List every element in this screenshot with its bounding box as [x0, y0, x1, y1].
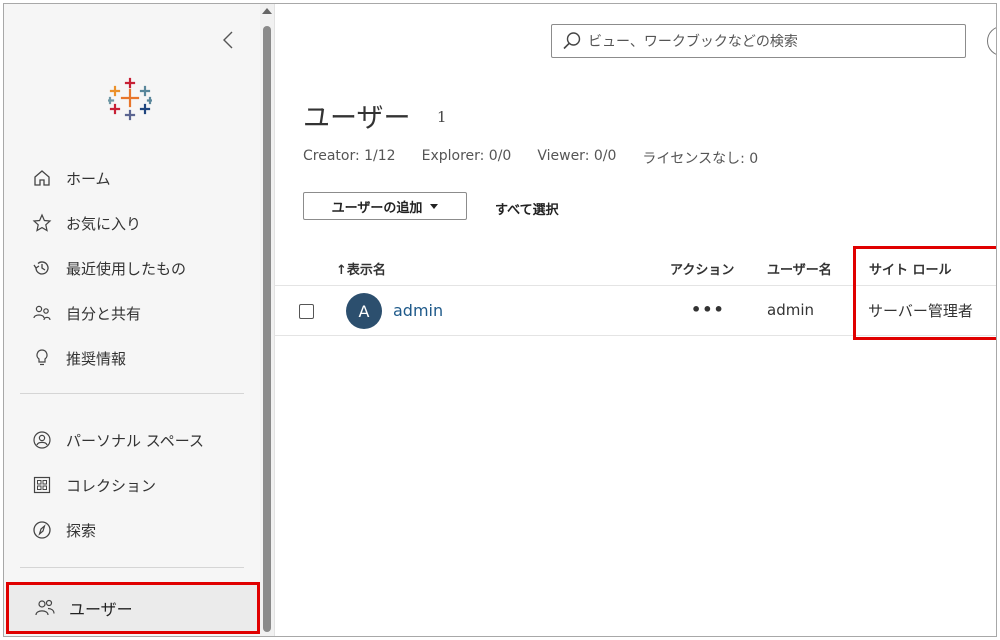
sidebar-item-collections[interactable]: コレクション: [4, 465, 260, 505]
sidebar-item-shared-with-me[interactable]: 自分と共有: [4, 293, 260, 333]
sidebar-scrollbar[interactable]: [260, 4, 274, 636]
sidebar-item-label: 自分と共有: [66, 304, 142, 323]
sidebar-item-label: コレクション: [66, 476, 157, 495]
collection-icon: [30, 473, 54, 497]
chevron-left-icon: [223, 31, 233, 49]
add-user-label: ユーザーの追加: [331, 200, 423, 216]
license-explorer: Explorer: 0/0: [421, 148, 512, 164]
tableau-logo: [106, 76, 154, 124]
compass-icon: [30, 518, 54, 542]
column-header-action: アクション: [670, 263, 735, 278]
sidebar-item-favorites[interactable]: お気に入り: [4, 203, 260, 243]
collapse-sidebar-button[interactable]: [218, 28, 238, 52]
add-user-button[interactable]: ユーザーの追加: [303, 192, 467, 220]
star-icon: [30, 211, 54, 235]
sidebar-item-recents[interactable]: 最近使用したもの: [4, 248, 260, 288]
help-button[interactable]: [987, 26, 996, 56]
main-content: ビュー、ワークブックなどの検索 ユーザー 1 Creator: 1/12 Exp…: [274, 4, 996, 636]
row-checkbox[interactable]: [299, 304, 314, 319]
sidebar-divider: [20, 567, 244, 568]
license-unlicensed: ライセンスなし: 0: [642, 151, 759, 167]
users-icon: [33, 596, 57, 620]
app-window: ホーム お気に入り 最近使用したもの 自分と共有 推奨情報 パーソナル スペース…: [3, 3, 997, 637]
sidebar-item-label: ユーザー: [69, 600, 133, 619]
select-all-button[interactable]: すべて選択: [495, 199, 559, 218]
search-placeholder: ビュー、ワークブックなどの検索: [588, 34, 798, 50]
person-circle-icon: [30, 428, 54, 452]
license-summary: Creator: 1/12 Explorer: 0/0 Viewer: 0/0 …: [303, 148, 784, 168]
column-header-username[interactable]: ユーザー名: [767, 259, 832, 278]
lightbulb-icon: [30, 346, 54, 370]
sidebar-divider: [20, 393, 244, 394]
scroll-up-arrow-icon[interactable]: [262, 8, 272, 14]
site-role-highlight-box: [853, 246, 996, 340]
sidebar-item-label: パーソナル スペース: [66, 431, 204, 450]
history-icon: [30, 256, 54, 280]
home-icon: [30, 166, 54, 190]
sidebar-item-home[interactable]: ホーム: [4, 158, 260, 198]
more-actions-button[interactable]: •••: [691, 300, 725, 319]
search-input[interactable]: ビュー、ワークブックなどの検索: [551, 24, 966, 58]
sidebar: ホーム お気に入り 最近使用したもの 自分と共有 推奨情報 パーソナル スペース…: [4, 4, 260, 636]
avatar: A: [346, 293, 382, 329]
license-viewer: Viewer: 0/0: [537, 148, 617, 164]
sidebar-item-label: 最近使用したもの: [66, 259, 187, 278]
scroll-thumb[interactable]: [263, 26, 271, 632]
caret-down-icon: [430, 203, 439, 209]
sidebar-item-label: 推奨情報: [66, 349, 127, 368]
sidebar-item-label: 探索: [66, 521, 97, 540]
sidebar-item-users[interactable]: ユーザー: [6, 582, 260, 634]
user-display-name-link[interactable]: admin: [393, 301, 443, 320]
page-title: ユーザー: [303, 103, 411, 134]
license-creator: Creator: 1/12: [303, 148, 396, 164]
username-cell: admin: [767, 301, 814, 319]
sidebar-item-recommendations[interactable]: 推奨情報: [4, 338, 260, 378]
column-header-display-name[interactable]: ↑表示名: [336, 259, 386, 278]
sidebar-item-personal-space[interactable]: パーソナル スペース: [4, 420, 260, 460]
sidebar-item-label: ホーム: [66, 169, 111, 188]
search-icon: [562, 31, 582, 51]
shared-users-icon: [30, 301, 54, 325]
sidebar-item-explore[interactable]: 探索: [4, 510, 260, 550]
sidebar-item-label: お気に入り: [66, 214, 142, 233]
user-count: 1: [437, 108, 447, 126]
